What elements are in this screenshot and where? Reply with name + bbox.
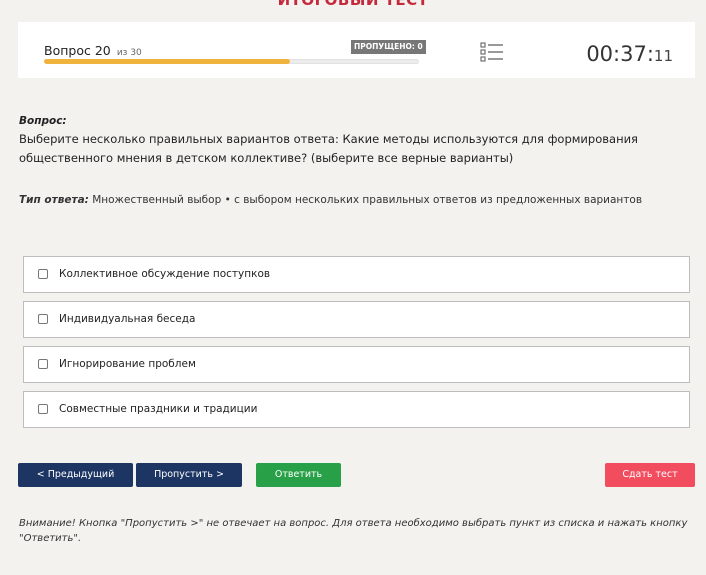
question-text: Выберите несколько правильных вариантов …: [19, 132, 638, 165]
answer-option-label: Совместные праздники и традиции: [59, 403, 258, 415]
progress-bar: [44, 59, 419, 64]
question-heading: Вопрос:: [19, 115, 67, 127]
previous-button[interactable]: < Предыдущий: [18, 463, 133, 487]
answer-option-label: Игнорирование проблем: [59, 358, 196, 370]
question-counter: Вопрос 20 из 30: [44, 40, 142, 59]
answer-option-1[interactable]: Коллективное обсуждение поступков: [23, 256, 690, 293]
status-panel: Вопрос 20 из 30 ПРОПУЩЕНО: 0 00:37:11: [18, 22, 695, 78]
answer-option-4[interactable]: Совместные праздники и традиции: [23, 391, 690, 428]
page-title: Итоговый тест: [277, 0, 429, 9]
checkbox[interactable]: [38, 404, 48, 414]
checkbox[interactable]: [38, 359, 48, 369]
skip-notice: Внимание! Кнопка "Пропустить >" не отвеч…: [19, 518, 688, 544]
skip-button[interactable]: Пропустить >: [136, 463, 242, 487]
checkbox[interactable]: [38, 269, 48, 279]
timer: 00:37:11: [586, 42, 673, 66]
answer-options: Коллективное обсуждение поступков Индиви…: [23, 256, 690, 436]
question-number: Вопрос 20: [44, 43, 111, 58]
progress-bar-fill: [44, 59, 290, 64]
question-total: из 30: [116, 48, 142, 58]
checkbox[interactable]: [38, 314, 48, 324]
skipped-badge: ПРОПУЩЕНО: 0: [351, 40, 426, 54]
answer-option-label: Индивидуальная беседа: [59, 313, 196, 325]
answer-option-2[interactable]: Индивидуальная беседа: [23, 301, 690, 338]
answer-type-value: Множественный выбор • с выбором нескольк…: [88, 194, 643, 206]
list-icon[interactable]: [480, 41, 504, 63]
timer-main: 00:37:: [586, 42, 654, 66]
answer-option-3[interactable]: Игнорирование проблем: [23, 346, 690, 383]
answer-type: Тип ответа: Множественный выбор • с выбо…: [19, 194, 642, 206]
timer-seconds: 11: [653, 47, 673, 65]
answer-type-label: Тип ответа:: [19, 194, 89, 206]
answer-button[interactable]: Ответить: [256, 463, 341, 487]
answer-option-label: Коллективное обсуждение поступков: [59, 268, 271, 280]
submit-test-button[interactable]: Сдать тест: [605, 463, 695, 487]
